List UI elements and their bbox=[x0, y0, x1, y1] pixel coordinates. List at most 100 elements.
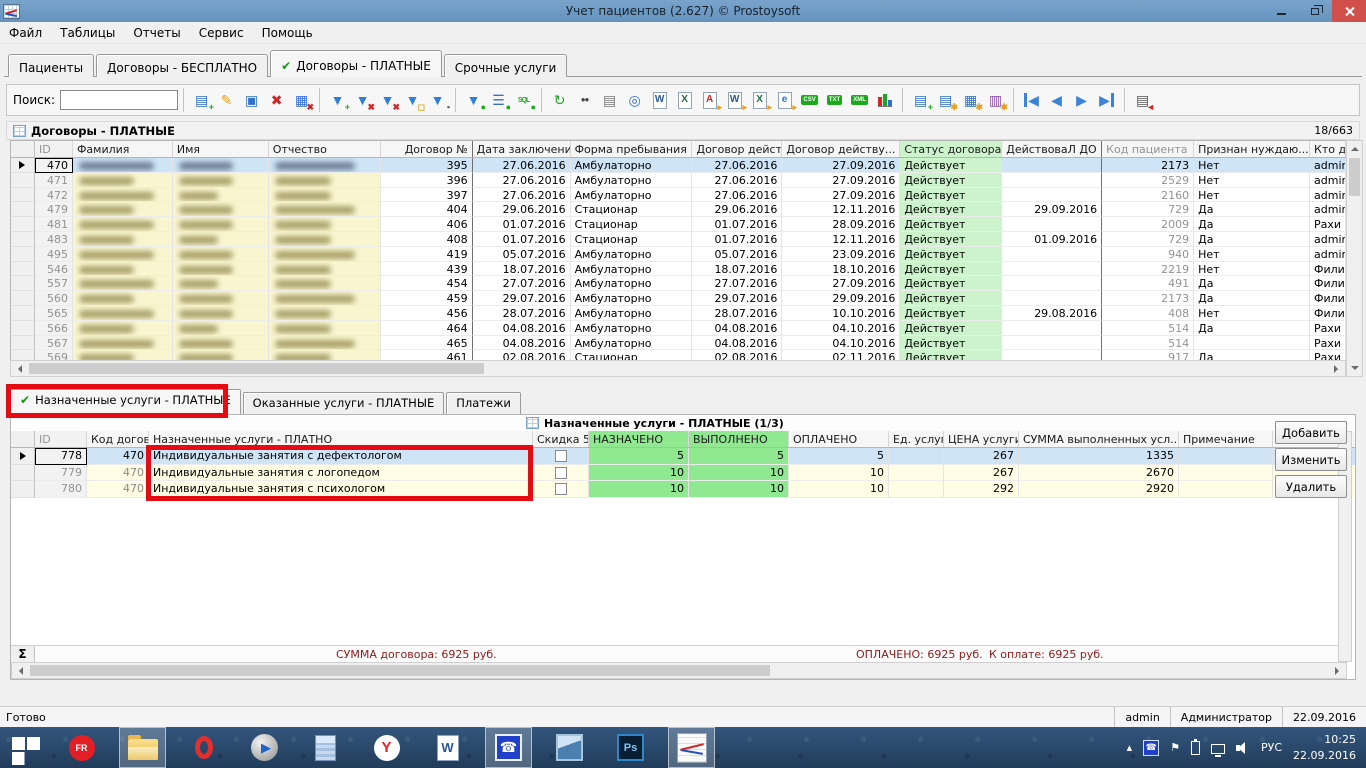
nav-first-icon[interactable]: ◀ bbox=[1019, 87, 1044, 113]
cell-num[interactable]: 397 bbox=[381, 188, 473, 203]
cell-until[interactable] bbox=[1002, 217, 1102, 232]
table-row[interactable]: 56746504.08.2016Амбулаторно04.08.201604.… bbox=[11, 336, 1346, 351]
cell-paid[interactable]: 10 bbox=[789, 465, 889, 482]
column-header-note[interactable]: Примечание bbox=[1179, 431, 1273, 447]
column-header-disc[interactable]: Скидка 50% bbox=[533, 431, 589, 447]
cell-who[interactable]: Фили bbox=[1310, 276, 1346, 291]
cell-until[interactable] bbox=[1002, 291, 1102, 306]
cell-ot[interactable] bbox=[269, 262, 381, 277]
column-header-need[interactable]: Признан нуждаю... bbox=[1194, 141, 1310, 157]
column-header-from[interactable]: Договор действу... bbox=[692, 141, 782, 157]
filter-clear-icon[interactable]: ▼✖ bbox=[375, 87, 400, 113]
column-header-until[interactable]: ДействоваЛ ДО bbox=[1002, 141, 1102, 157]
nav-prev-icon[interactable]: ◀ bbox=[1044, 87, 1069, 113]
main-vertical-scrollbar[interactable] bbox=[1346, 140, 1363, 377]
cell-date[interactable]: 27.06.2016 bbox=[473, 188, 571, 203]
menu-item-4[interactable]: Помощь bbox=[253, 23, 322, 43]
add-row-icon[interactable]: ▤+ bbox=[908, 87, 933, 113]
cell-id[interactable]: 780 bbox=[35, 481, 87, 498]
cell-id[interactable]: 471 bbox=[35, 173, 73, 188]
cell-from[interactable]: 04.08.2016 bbox=[692, 321, 782, 336]
cell-need[interactable]: Нет bbox=[1194, 173, 1310, 188]
cell-from[interactable]: 01.07.2016 bbox=[692, 232, 782, 247]
export-word-icon[interactable]: W▸ bbox=[722, 87, 747, 113]
cell-fam[interactable] bbox=[73, 336, 173, 351]
cell-id[interactable]: 567 bbox=[35, 336, 73, 351]
services-tab-1[interactable]: Оказанные услуги - ПЛАТНЫЕ bbox=[243, 392, 445, 414]
cell-price[interactable]: 292 bbox=[944, 481, 1019, 498]
cell-date[interactable]: 28.07.2016 bbox=[473, 306, 571, 321]
print-icon[interactable]: ▤ bbox=[597, 87, 622, 113]
row-selector[interactable] bbox=[11, 321, 35, 336]
cell-disc[interactable] bbox=[533, 465, 589, 482]
cell-date[interactable]: 29.06.2016 bbox=[473, 202, 571, 217]
cell-assigned[interactable]: 5 bbox=[589, 448, 689, 465]
cell-status[interactable]: Действует bbox=[900, 158, 1002, 173]
discount-checkbox[interactable] bbox=[555, 450, 567, 462]
column-header-fam[interactable]: Фамилия bbox=[73, 141, 173, 157]
cell-ot[interactable] bbox=[269, 188, 381, 203]
cell-date[interactable]: 01.07.2016 bbox=[473, 217, 571, 232]
cell-done[interactable]: 10 bbox=[689, 465, 789, 482]
cell-form[interactable]: Стационар bbox=[571, 232, 693, 247]
services-tab-2[interactable]: Платежи bbox=[446, 392, 521, 414]
cell-num[interactable]: 465 bbox=[381, 336, 473, 351]
cell-form[interactable]: Амбулаторно bbox=[571, 262, 693, 277]
cell-need[interactable]: Да bbox=[1194, 321, 1310, 336]
export-excel-icon[interactable]: X▸ bbox=[747, 87, 772, 113]
cell-name[interactable]: Индивидуальные занятия с логопедом bbox=[149, 465, 533, 482]
services-horizontal-scrollbar[interactable] bbox=[11, 662, 1347, 679]
row-selector[interactable] bbox=[11, 336, 35, 351]
row-selector[interactable] bbox=[11, 202, 35, 217]
scroll-thumb[interactable] bbox=[30, 665, 770, 676]
row-selector[interactable] bbox=[11, 465, 35, 482]
cell-form[interactable]: Амбулаторно bbox=[571, 173, 693, 188]
table-props-icon[interactable]: ▥✱ bbox=[983, 87, 1008, 113]
nav-next-icon[interactable]: ▶ bbox=[1069, 87, 1094, 113]
cell-unit[interactable] bbox=[889, 448, 944, 465]
cell-who[interactable]: Рахи bbox=[1310, 217, 1346, 232]
export-txt-icon[interactable]: TXT bbox=[822, 87, 847, 113]
cell-date[interactable]: 04.08.2016 bbox=[473, 321, 571, 336]
table-row[interactable]: 56545628.07.2016Амбулаторно28.07.201610.… bbox=[11, 306, 1346, 321]
table-row[interactable]: 47239727.06.2016Амбулаторно27.06.201627.… bbox=[11, 188, 1346, 203]
tab-2[interactable]: ✔Договоры - ПЛАТНЫЕ bbox=[270, 50, 442, 77]
cell-fam[interactable] bbox=[73, 276, 173, 291]
menu-item-1[interactable]: Таблицы bbox=[51, 23, 124, 43]
cell-status[interactable]: Действует bbox=[900, 291, 1002, 306]
cell-date[interactable]: 04.08.2016 bbox=[473, 336, 571, 351]
column-header-im[interactable]: Имя bbox=[173, 141, 269, 157]
cell-num[interactable]: 395 bbox=[381, 158, 473, 173]
cell-contract[interactable]: 470 bbox=[87, 465, 149, 482]
taskbar-app-calculator[interactable] bbox=[302, 727, 349, 768]
cell-to[interactable]: 27.09.2016 bbox=[782, 158, 900, 173]
column-header-status[interactable]: Статус договора bbox=[900, 141, 1002, 157]
cell-paid[interactable]: 5 bbox=[789, 448, 889, 465]
scroll-right-icon[interactable] bbox=[1328, 361, 1345, 376]
cell-need[interactable]: Нет bbox=[1194, 247, 1310, 262]
cell-price[interactable]: 267 bbox=[944, 448, 1019, 465]
cell-paid[interactable]: 10 bbox=[789, 481, 889, 498]
cell-fam[interactable] bbox=[73, 202, 173, 217]
cell-ot[interactable] bbox=[269, 173, 381, 188]
cell-num[interactable]: 439 bbox=[381, 262, 473, 277]
cell-from[interactable]: 18.07.2016 bbox=[692, 262, 782, 277]
cell-until[interactable] bbox=[1002, 276, 1102, 291]
cell-id[interactable]: 557 bbox=[35, 276, 73, 291]
cell-im[interactable] bbox=[173, 173, 269, 188]
cell-until[interactable] bbox=[1002, 173, 1102, 188]
cell-id[interactable]: 479 bbox=[35, 202, 73, 217]
cell-num[interactable]: 464 bbox=[381, 321, 473, 336]
cell-form[interactable]: Стационар bbox=[571, 217, 693, 232]
cell-ot[interactable] bbox=[269, 276, 381, 291]
cell-until[interactable]: 01.09.2016 bbox=[1002, 232, 1102, 247]
table-row[interactable]: 54643918.07.2016Амбулаторно18.07.201618.… bbox=[11, 262, 1346, 277]
cell-im[interactable] bbox=[173, 232, 269, 247]
cell-to[interactable]: 04.10.2016 bbox=[782, 336, 900, 351]
cell-who[interactable]: admin bbox=[1310, 173, 1346, 188]
cell-from[interactable]: 05.07.2016 bbox=[692, 247, 782, 262]
scroll-down-icon[interactable] bbox=[1347, 361, 1362, 376]
cell-form[interactable]: Амбулаторно bbox=[571, 336, 693, 351]
cell-need[interactable] bbox=[1194, 336, 1310, 351]
filter-save-icon[interactable]: ▼▪ bbox=[425, 87, 450, 113]
